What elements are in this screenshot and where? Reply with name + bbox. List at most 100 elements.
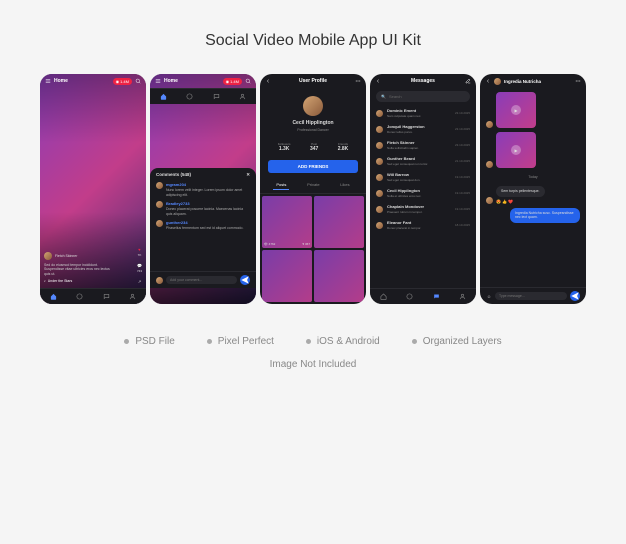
- feed-avatar[interactable]: [44, 252, 52, 260]
- msg-avatar: [376, 158, 383, 165]
- like-action[interactable]: ♥7K: [138, 247, 142, 257]
- phone-feed: Home ◉ 1.4M Fletch Skinner Sed do eiusmo…: [40, 74, 146, 304]
- message-item[interactable]: Dominic EmentNam vulputate quam nec.23.1…: [370, 105, 476, 121]
- chat-video-msg[interactable]: ▶: [496, 92, 536, 128]
- back-icon[interactable]: [265, 78, 271, 84]
- message-item[interactable]: Eleanor FantDonec placerat in tempor.18.…: [370, 217, 476, 233]
- feature-platform: iOS & Android: [306, 336, 380, 347]
- bottom-nav: [370, 288, 476, 304]
- comment-input[interactable]: [166, 276, 237, 284]
- nav-home-icon[interactable]: [380, 293, 387, 300]
- message-item[interactable]: Gunther BeardSed eget consequat non tort…: [370, 153, 476, 169]
- nav-discover-icon[interactable]: [76, 293, 83, 300]
- comment-avatar[interactable]: [156, 201, 163, 208]
- chat-peer-name[interactable]: Ingredia Nutricha: [504, 79, 541, 84]
- search-icon[interactable]: [245, 78, 251, 84]
- chat-avatar: [486, 121, 493, 128]
- comment-action[interactable]: 💬743: [137, 263, 142, 273]
- feed-header: Home ◉ 1.4M: [40, 74, 146, 88]
- comments-feed-title: Home: [164, 78, 178, 84]
- comment-item[interactable]: Bradley2733Donec placerat posuere lacini…: [156, 201, 250, 216]
- nav-chat-icon[interactable]: [103, 293, 110, 300]
- grid-item[interactable]: [314, 250, 364, 302]
- msg-avatar: [376, 190, 383, 197]
- chat-bubble-out[interactable]: Ingredia Nutricha susc. Suspesndisse nec…: [510, 208, 580, 223]
- back-icon[interactable]: [485, 78, 491, 84]
- message-item[interactable]: Chaplain MondoverPraesent rutrum in temp…: [370, 201, 476, 217]
- search-icon[interactable]: [135, 78, 141, 84]
- kit-title: Social Video Mobile App UI Kit: [0, 0, 626, 74]
- feature-layers: Organized Layers: [412, 336, 502, 347]
- feed-description: Sed do eiusmod tempor incididunt. Suspen…: [44, 263, 114, 277]
- tab-posts[interactable]: Posts: [273, 180, 289, 190]
- comment-avatar[interactable]: [156, 220, 163, 227]
- search-bar[interactable]: 🔍 Search: [376, 91, 470, 102]
- comments-count: Comments (548): [156, 172, 191, 178]
- menu-icon[interactable]: [45, 78, 51, 84]
- nav-home-icon[interactable]: [50, 293, 57, 300]
- grid-item[interactable]: [262, 250, 312, 302]
- live-badge[interactable]: ◉ 1.4M: [113, 78, 132, 85]
- send-button[interactable]: [240, 275, 250, 285]
- back-icon[interactable]: [375, 78, 381, 84]
- profile-grid: 👁 4762♥ 367: [260, 194, 366, 304]
- my-avatar: [156, 277, 163, 284]
- message-item[interactable]: Jonquil HaggerstonDonec tellus purus.23.…: [370, 121, 476, 137]
- stat-posts[interactable]: Post347: [310, 142, 318, 152]
- chat-reactions[interactable]: 😍 👍 ❤️: [496, 199, 545, 204]
- nav-profile-icon[interactable]: [129, 293, 136, 300]
- more-icon[interactable]: [575, 78, 581, 84]
- feature-pixel: Pixel Perfect: [207, 336, 274, 347]
- chat-avatar: [486, 161, 493, 168]
- add-friends-button[interactable]: ADD FRIENDS: [268, 160, 358, 173]
- nav-home-icon[interactable]: [160, 93, 167, 100]
- nav-profile-icon[interactable]: [459, 293, 466, 300]
- message-item[interactable]: Will BarrowSed eget consequat don.19.10.…: [370, 169, 476, 185]
- emoji-icon[interactable]: ☺: [486, 293, 492, 299]
- stat-friends[interactable]: Friends2.8K: [338, 142, 349, 152]
- stat-followers[interactable]: Followers1.3K: [278, 142, 291, 152]
- play-icon[interactable]: ▶: [511, 145, 521, 155]
- feed-title: Home: [54, 78, 68, 84]
- comment-avatar[interactable]: [156, 182, 163, 189]
- comment-item[interactable]: gunther234Phasellus fermentum sed est id…: [156, 220, 250, 231]
- chat-video-msg[interactable]: ▶: [496, 132, 536, 168]
- profile-tabs: Posts Private Likes: [260, 177, 366, 194]
- send-button[interactable]: [570, 291, 580, 301]
- profile-stats: Followers1.3K Post347 Friends2.8K: [260, 138, 366, 156]
- chat-avatar: [486, 197, 493, 204]
- nav-chat-icon[interactable]: [433, 293, 440, 300]
- feed-music[interactable]: ♪ Under the Stars: [44, 279, 137, 284]
- tab-likes[interactable]: Likes: [337, 180, 352, 190]
- message-list[interactable]: Dominic EmentNam vulputate quam nec.23.1…: [370, 105, 476, 288]
- live-badge[interactable]: ◉ 1.4M: [223, 78, 242, 85]
- nav-discover-icon[interactable]: [186, 93, 193, 100]
- compose-icon[interactable]: [465, 78, 471, 84]
- share-action[interactable]: ↗: [138, 279, 141, 284]
- message-item[interactable]: Cecil HipplingtonNulla et ultricies eros…: [370, 185, 476, 201]
- more-icon[interactable]: [355, 78, 361, 84]
- messages-header: Messages: [411, 78, 435, 84]
- chat-input[interactable]: [495, 292, 567, 300]
- comments-panel: Comments (548) ✕ mgram204Nunc lorem veli…: [150, 168, 256, 288]
- message-item[interactable]: Fletch SkinnerNulla sollicitudin sapien.…: [370, 137, 476, 153]
- chat-bubble-in[interactable]: Sem turpis pellentesque.: [496, 186, 545, 197]
- msg-avatar: [376, 206, 383, 213]
- tab-private[interactable]: Private: [304, 180, 322, 190]
- nav-chat-icon[interactable]: [213, 93, 220, 100]
- msg-avatar: [376, 126, 383, 133]
- grid-item[interactable]: [314, 196, 364, 248]
- play-icon[interactable]: ▶: [511, 105, 521, 115]
- menu-icon[interactable]: [155, 78, 161, 84]
- comment-list[interactable]: mgram204Nunc lorem velit integer. Lorem …: [150, 182, 256, 271]
- feed-username[interactable]: Fletch Skinner: [55, 254, 77, 259]
- nav-discover-icon[interactable]: [406, 293, 413, 300]
- comment-item[interactable]: mgram204Nunc lorem velit integer. Lorem …: [156, 182, 250, 197]
- close-icon[interactable]: ✕: [246, 172, 250, 178]
- bottom-nav: [40, 288, 146, 304]
- nav-profile-icon[interactable]: [239, 93, 246, 100]
- profile-avatar[interactable]: [303, 96, 323, 116]
- chat-peer-avatar[interactable]: [494, 78, 501, 85]
- chat-body[interactable]: ▶ ▶ Today Sem turpis pellentesque. 😍 👍 ❤…: [480, 88, 586, 287]
- grid-item[interactable]: 👁 4762♥ 367: [262, 196, 312, 248]
